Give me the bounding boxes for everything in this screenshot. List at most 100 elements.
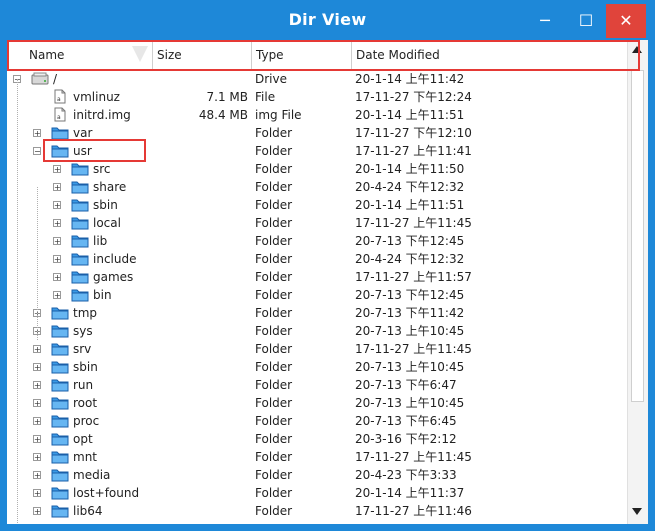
folder-icon xyxy=(51,377,69,392)
tree-row[interactable]: + run Folder 20-7-13 下午6:47 xyxy=(7,376,627,394)
expand-icon[interactable]: + xyxy=(33,345,41,354)
row-type: Folder xyxy=(255,432,293,446)
row-date: 20-7-13 上午10:45 xyxy=(355,396,465,410)
tree-row[interactable]: + lost+found Folder 20-1-14 上午11:37 xyxy=(7,484,627,502)
row-name: tmp xyxy=(73,306,98,320)
folder-icon xyxy=(51,305,69,320)
row-type: Folder xyxy=(255,252,293,266)
row-type: Drive xyxy=(255,72,287,86)
tree-row[interactable]: + mnt Folder 17-11-27 上午11:45 xyxy=(7,448,627,466)
row-date: 20-1-14 上午11:51 xyxy=(355,198,465,212)
row-date: 20-1-14 上午11:50 xyxy=(355,162,465,176)
tree-row[interactable]: + bin Folder 20-7-13 下午12:45 xyxy=(7,286,627,304)
expand-icon[interactable]: + xyxy=(53,273,61,282)
expand-icon[interactable]: + xyxy=(33,453,41,462)
tree-row[interactable]: − / Drive 20-1-14 上午11:42 xyxy=(7,70,627,88)
tree-row[interactable]: a vmlinuz 7.1 MB File 17-11-27 下午12:24 xyxy=(7,88,627,106)
folder-icon xyxy=(51,125,69,140)
row-type: Folder xyxy=(255,324,293,338)
expand-icon[interactable]: + xyxy=(53,291,61,300)
title-bar[interactable]: Dir View ─ ☐ ✕ xyxy=(0,0,655,40)
expand-icon[interactable]: + xyxy=(33,381,41,390)
row-type: Folder xyxy=(255,342,293,356)
row-type: Folder xyxy=(255,396,293,410)
tree-row[interactable]: a initrd.img 48.4 MB img File 20-1-14 上午11:5… xyxy=(7,106,627,124)
tree-row[interactable]: + media Folder 20-4-23 下午3:33 xyxy=(7,466,627,484)
row-name: run xyxy=(73,378,94,392)
file-icon: a xyxy=(51,89,69,104)
tree-row[interactable]: + lib Folder 20-7-13 下午12:45 xyxy=(7,232,627,250)
row-name: bin xyxy=(93,288,112,302)
folder-icon xyxy=(71,197,89,212)
vertical-scrollbar[interactable] xyxy=(627,40,648,524)
row-date: 17-11-27 上午11:57 xyxy=(355,270,472,284)
tree-row[interactable]: + sbin Folder 20-1-14 上午11:51 xyxy=(7,196,627,214)
svg-text:a: a xyxy=(57,114,61,121)
row-size: 48.4 MB xyxy=(198,108,248,122)
expand-icon[interactable]: + xyxy=(33,363,41,372)
tree-row[interactable]: + tmp Folder 20-7-13 下午11:42 xyxy=(7,304,627,322)
tree-view: Name Size Type Date Modified − / Drive 20-1… xyxy=(7,40,648,524)
row-date: 20-7-13 下午12:45 xyxy=(355,288,465,302)
row-type: img File xyxy=(255,108,302,122)
expand-icon[interactable]: + xyxy=(53,237,61,246)
row-type: Folder xyxy=(255,414,293,428)
row-name: lib64 xyxy=(73,504,103,518)
row-type: Folder xyxy=(255,198,293,212)
row-date: 20-4-24 下午12:32 xyxy=(355,180,465,194)
folder-icon xyxy=(71,233,89,248)
expand-icon[interactable]: + xyxy=(33,435,41,444)
scroll-down-icon[interactable] xyxy=(632,508,642,515)
row-date: 20-3-16 下午2:12 xyxy=(355,432,457,446)
row-date: 20-4-24 下午12:32 xyxy=(355,252,465,266)
row-name: games xyxy=(93,270,134,284)
row-type: Folder xyxy=(255,468,293,482)
tree-row[interactable]: + sys Folder 20-7-13 上午10:45 xyxy=(7,322,627,340)
folder-icon xyxy=(71,269,89,284)
expand-icon[interactable]: + xyxy=(53,183,61,192)
expand-icon[interactable]: + xyxy=(33,417,41,426)
tree-row[interactable]: + sbin Folder 20-7-13 上午10:45 xyxy=(7,358,627,376)
folder-icon xyxy=(51,449,69,464)
minimize-button[interactable]: ─ xyxy=(525,4,565,38)
tree-row[interactable]: + include Folder 20-4-24 下午12:32 xyxy=(7,250,627,268)
row-name: local xyxy=(93,216,121,230)
tree-row[interactable]: + srv Folder 17-11-27 上午11:45 xyxy=(7,340,627,358)
expand-icon[interactable]: + xyxy=(53,219,61,228)
collapse-icon[interactable]: − xyxy=(33,147,41,156)
row-date: 17-11-27 下午12:10 xyxy=(355,126,472,140)
tree-row[interactable]: + opt Folder 20-3-16 下午2:12 xyxy=(7,430,627,448)
expand-icon[interactable]: + xyxy=(53,201,61,210)
expand-icon[interactable]: + xyxy=(33,489,41,498)
folder-icon xyxy=(71,287,89,302)
expand-icon[interactable]: + xyxy=(53,165,61,174)
tree-row[interactable]: + proc Folder 20-7-13 下午6:45 xyxy=(7,412,627,430)
row-name: media xyxy=(73,468,111,482)
close-button[interactable]: ✕ xyxy=(606,4,646,38)
tree-row[interactable]: + src Folder 20-1-14 上午11:50 xyxy=(7,160,627,178)
tree-row[interactable]: + lib64 Folder 17-11-27 上午11:46 xyxy=(7,502,627,520)
expand-icon[interactable]: + xyxy=(33,399,41,408)
tree-row[interactable]: + root Folder 20-7-13 上午10:45 xyxy=(7,394,627,412)
svg-text:a: a xyxy=(57,96,61,103)
row-type: Folder xyxy=(255,216,293,230)
scrollbar-thumb[interactable] xyxy=(631,70,644,402)
expand-icon[interactable]: + xyxy=(33,471,41,480)
expand-icon[interactable]: + xyxy=(33,129,41,138)
row-date: 20-7-13 下午6:45 xyxy=(355,414,457,428)
tree-row[interactable]: + share Folder 20-4-24 下午12:32 xyxy=(7,178,627,196)
expand-icon[interactable]: + xyxy=(33,507,41,516)
tree-row[interactable]: + local Folder 17-11-27 上午11:45 xyxy=(7,214,627,232)
row-name: sbin xyxy=(93,198,118,212)
tree-row[interactable]: + games Folder 17-11-27 上午11:57 xyxy=(7,268,627,286)
row-date: 20-7-13 下午12:45 xyxy=(355,234,465,248)
row-name: share xyxy=(93,180,127,194)
row-date: 20-1-14 上午11:51 xyxy=(355,108,465,122)
row-date: 17-11-27 上午11:46 xyxy=(355,504,472,518)
folder-icon xyxy=(71,161,89,176)
expand-icon[interactable]: + xyxy=(53,255,61,264)
file-icon: a xyxy=(51,107,69,122)
row-date: 17-11-27 上午11:45 xyxy=(355,450,472,464)
maximize-button[interactable]: ☐ xyxy=(566,4,606,38)
folder-icon xyxy=(51,467,69,482)
